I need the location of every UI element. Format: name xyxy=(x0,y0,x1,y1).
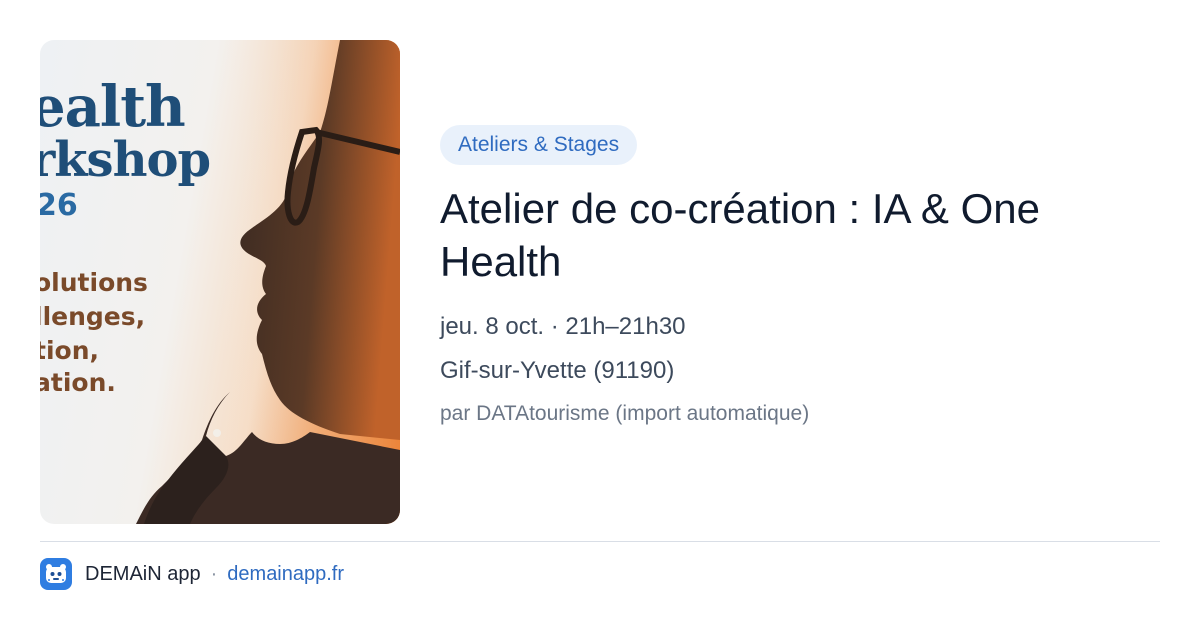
event-location: Gif-sur-Yvette (91190) xyxy=(440,357,675,384)
event-image: ealth rkshop 26 olutions llenges, tion, … xyxy=(40,40,400,524)
poster-title-line: rkshop xyxy=(40,132,211,188)
poster-tagline-line: ation. xyxy=(40,368,116,397)
event-title: Atelier de co-création : IA & One Health xyxy=(440,185,1040,285)
footer: DEMAiN app · demainapp.fr xyxy=(40,558,344,590)
event-date-time: jeu. 8 oct. · 21h–21h30 xyxy=(440,313,686,340)
poster-year: 26 xyxy=(40,188,78,223)
demain-app-logo-icon[interactable] xyxy=(40,558,72,590)
footer-divider xyxy=(40,541,1160,542)
poster-tagline-line: olutions xyxy=(40,268,148,297)
poster-title-line: ealth xyxy=(40,74,186,140)
app-domain-link[interactable]: demainapp.fr xyxy=(227,563,344,586)
app-name: DEMAiN app xyxy=(85,562,201,585)
footer-separator: · xyxy=(210,562,218,585)
category-badge[interactable]: Ateliers & Stages xyxy=(440,125,638,165)
poster-tagline-line: tion, xyxy=(40,336,99,365)
poster-text: ealth rkshop 26 olutions llenges, tion, … xyxy=(40,40,400,524)
poster-tagline-line: llenges, xyxy=(40,302,146,331)
event-source: par DATAtourisme (import automatique) xyxy=(440,402,810,425)
